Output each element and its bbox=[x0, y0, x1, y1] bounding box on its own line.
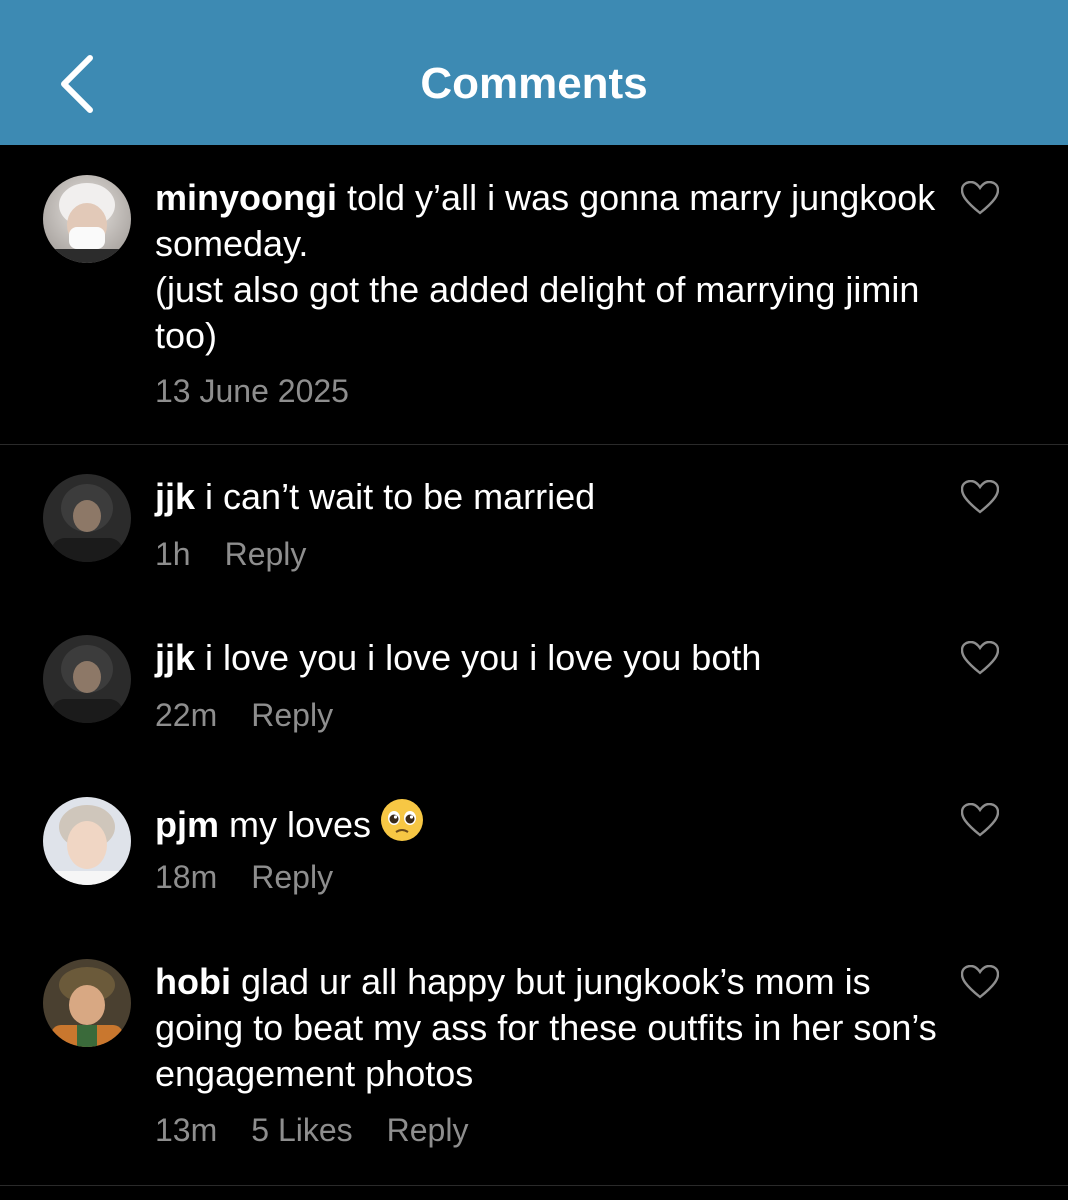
heart-icon[interactable] bbox=[961, 641, 999, 675]
divider bbox=[0, 444, 1068, 445]
reply-button[interactable]: Reply bbox=[387, 1112, 469, 1148]
heart-icon[interactable] bbox=[961, 803, 999, 837]
divider bbox=[0, 1185, 1068, 1186]
comment-meta: 1h Reply bbox=[155, 536, 340, 573]
avatar-pjm[interactable] bbox=[43, 797, 131, 885]
avatar-jjk[interactable] bbox=[43, 635, 131, 723]
username[interactable]: pjm bbox=[155, 804, 219, 845]
comment-item: jjk i can’t wait to be married 1h Reply bbox=[0, 474, 1068, 594]
comment-body: i love you i love you i love you both bbox=[195, 637, 762, 678]
avatar-jjk[interactable] bbox=[43, 474, 131, 562]
comment-text: pjm my loves bbox=[155, 797, 945, 848]
username[interactable]: minyoongi bbox=[155, 177, 337, 218]
comment-body: glad ur all happy but jungkook’s mom is … bbox=[155, 961, 937, 1094]
reply-button[interactable]: Reply bbox=[251, 859, 333, 895]
top-bar: Comments bbox=[0, 0, 1068, 145]
caption-date: 13 June 2025 bbox=[155, 373, 349, 409]
comment-item: jjk i love you i love you i love you bot… bbox=[0, 635, 1068, 755]
comment-time: 1h bbox=[155, 536, 191, 572]
comment-text: hobi glad ur all happy but jungkook’s mo… bbox=[155, 959, 945, 1097]
pleading-face-icon bbox=[381, 799, 424, 841]
username[interactable]: hobi bbox=[155, 961, 231, 1002]
comment-meta: 22m Reply bbox=[155, 697, 367, 734]
comment-time: 18m bbox=[155, 859, 218, 895]
comment-item: hobi glad ur all happy but jungkook’s mo… bbox=[0, 959, 1068, 1159]
caption-text: minyoongi told y’all i was gonna marry j… bbox=[155, 175, 945, 359]
page-title: Comments bbox=[420, 59, 648, 108]
heart-icon[interactable] bbox=[961, 181, 999, 215]
caption-meta: 13 June 2025 bbox=[155, 373, 383, 410]
caption: minyoongi told y’all i was gonna marry j… bbox=[0, 145, 1068, 445]
username[interactable]: jjk bbox=[155, 637, 195, 678]
comment-text: jjk i can’t wait to be married bbox=[155, 474, 945, 520]
reply-button[interactable]: Reply bbox=[251, 697, 333, 733]
comment-time: 13m bbox=[155, 1112, 218, 1148]
comment-text: jjk i love you i love you i love you bot… bbox=[155, 635, 945, 681]
heart-icon[interactable] bbox=[961, 480, 999, 514]
reply-button[interactable]: Reply bbox=[225, 536, 307, 572]
username[interactable]: jjk bbox=[155, 476, 195, 517]
comment-body: my loves bbox=[219, 804, 372, 845]
likes-count[interactable]: 5 Likes bbox=[251, 1112, 352, 1148]
avatar-hobi[interactable] bbox=[43, 959, 131, 1047]
comment-meta: 18m Reply bbox=[155, 859, 367, 896]
comment-meta: 13m 5 Likes Reply bbox=[155, 1112, 502, 1149]
comment-time: 22m bbox=[155, 697, 218, 733]
comment-item: pjm my loves 18m Reply bbox=[0, 797, 1068, 917]
avatar-minyoongi[interactable] bbox=[43, 175, 131, 263]
comment-body: i can’t wait to be married bbox=[195, 476, 596, 517]
heart-icon[interactable] bbox=[961, 965, 999, 999]
